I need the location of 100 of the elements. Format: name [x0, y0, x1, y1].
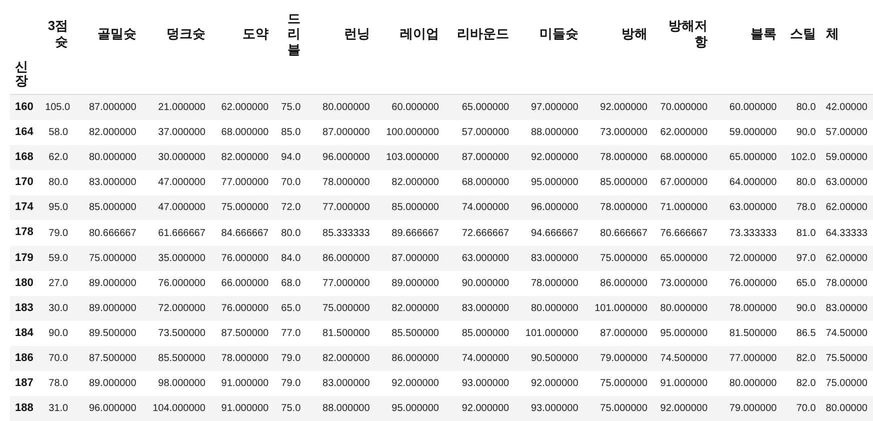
- table-cell: 75.000000: [221, 202, 269, 214]
- table-cell: 77.000000: [322, 278, 370, 289]
- table-cell: 85.000000: [392, 202, 439, 214]
- row-index: 180: [15, 276, 34, 289]
- table-cell: 97.0: [796, 252, 816, 264]
- table-cell: 78.0: [796, 202, 816, 214]
- table-cell: 21.000000: [158, 102, 206, 114]
- table-cell: 75.000000: [600, 403, 648, 414]
- table-cell: 82.0: [796, 378, 816, 390]
- table-cell: 95.000000: [392, 403, 439, 414]
- table-cell: 80.000000: [530, 302, 578, 314]
- table-cell: 88.000000: [530, 127, 578, 138]
- table-cell: 59.0: [48, 252, 68, 264]
- table-cell: 78.000000: [221, 352, 269, 364]
- table-cell: 80.000000: [322, 102, 370, 114]
- table-cell: 85.500000: [158, 352, 206, 364]
- column-header: 체: [826, 26, 839, 42]
- table-cell: 77.000000: [322, 202, 370, 214]
- table-cell: 73.500000: [158, 328, 206, 339]
- table-cell: 76.000000: [221, 302, 269, 314]
- table-cell: 83.000000: [530, 252, 578, 264]
- row-index: 184: [15, 326, 34, 339]
- index-name: 신장: [15, 60, 28, 89]
- table-cell: 73.000000: [660, 278, 708, 289]
- table-cell: 80.0: [796, 177, 816, 188]
- table-cell: 78.000000: [322, 177, 370, 188]
- table-cell: 37.000000: [158, 127, 206, 138]
- table-cell: 98.000000: [158, 378, 206, 390]
- table-cell: 91.000000: [660, 378, 708, 390]
- table-cell: 89.000000: [392, 278, 439, 289]
- table-cell: 84.666667: [221, 228, 269, 239]
- table-cell: 94.0: [281, 152, 301, 164]
- column-header: 덩크슛: [166, 26, 206, 42]
- table-cell: 87.000000: [392, 252, 439, 264]
- table-cell: 75.000000: [600, 252, 648, 264]
- table-cell: 96.000000: [530, 202, 578, 214]
- table-cell: 95.0: [48, 202, 68, 214]
- table-cell: 63.000000: [729, 202, 777, 214]
- table-cell: 89.000000: [89, 378, 136, 390]
- table-cell: 80.00000: [826, 403, 868, 414]
- row-index: 188: [15, 402, 34, 414]
- table-cell: 87.500000: [89, 352, 136, 364]
- table-cell: 74.50000: [826, 328, 868, 339]
- table-cell: 82.000000: [392, 177, 439, 188]
- table-cell: 76.666667: [660, 228, 708, 239]
- table-cell: 84.0: [281, 252, 301, 264]
- table-cell: 90.000000: [462, 278, 510, 289]
- table-cell: 87.500000: [221, 328, 269, 339]
- table-cell: 78.000000: [600, 202, 648, 214]
- table-cell: 30.0: [48, 302, 68, 314]
- table-cell: 60.000000: [729, 102, 777, 114]
- row-index: 187: [15, 376, 34, 389]
- table-cell: 94.666667: [530, 228, 578, 239]
- table-cell: 85.000000: [89, 202, 136, 214]
- table-cell: 76.000000: [221, 252, 269, 264]
- table-cell: 65.000000: [660, 252, 708, 264]
- row-index: 186: [15, 352, 34, 364]
- row-index: 168: [15, 151, 34, 164]
- table-cell: 85.500000: [392, 328, 439, 339]
- table-cell: 64.000000: [729, 177, 777, 188]
- table-cell: 92.000000: [530, 378, 578, 390]
- table-cell: 86.000000: [392, 352, 439, 364]
- table-cell: 62.00000: [826, 202, 868, 214]
- table-cell: 80.000000: [729, 378, 777, 390]
- table-cell: 85.000000: [600, 177, 648, 188]
- column-header: 블록: [750, 26, 777, 42]
- table-cell: 66.000000: [221, 278, 269, 289]
- table-cell: 81.500000: [729, 328, 777, 339]
- table-cell: 78.000000: [600, 152, 648, 164]
- table-cell: 65.000000: [729, 152, 777, 164]
- table-cell: 101.000000: [525, 328, 578, 339]
- table-cell: 92.000000: [600, 102, 648, 114]
- table-cell: 63.000000: [462, 252, 510, 264]
- table-cell: 87.000000: [322, 127, 370, 138]
- table-cell: 77.000000: [221, 177, 269, 188]
- table-cell: 71.000000: [660, 202, 708, 214]
- table-cell: 62.00000: [826, 252, 868, 264]
- table-cell: 75.50000: [826, 352, 868, 364]
- table-cell: 92.000000: [462, 403, 510, 414]
- table-cell: 65.0: [281, 302, 301, 314]
- row-index: 164: [15, 126, 34, 138]
- table-cell: 31.0: [48, 403, 68, 414]
- table-cell: 91.000000: [221, 378, 269, 390]
- table-cell: 75.0: [281, 403, 301, 414]
- table-cell: 62.0: [48, 152, 68, 164]
- table-cell: 35.000000: [158, 252, 206, 264]
- table-cell: 74.000000: [462, 352, 510, 364]
- table-cell: 80.666667: [600, 228, 648, 239]
- table-cell: 102.0: [790, 152, 816, 164]
- table-cell: 70.000000: [660, 102, 708, 114]
- table-cell: 75.000000: [322, 302, 370, 314]
- table-cell: 100.000000: [386, 127, 439, 138]
- table-cell: 89.666667: [392, 228, 439, 239]
- table-cell: 47.000000: [158, 177, 206, 188]
- table-cell: 82.000000: [392, 302, 439, 314]
- table-cell: 92.000000: [392, 378, 439, 390]
- table-cell: 67.000000: [660, 177, 708, 188]
- table-cell: 80.0: [796, 102, 816, 114]
- table-cell: 82.000000: [221, 152, 269, 164]
- table-cell: 68.0: [281, 278, 301, 289]
